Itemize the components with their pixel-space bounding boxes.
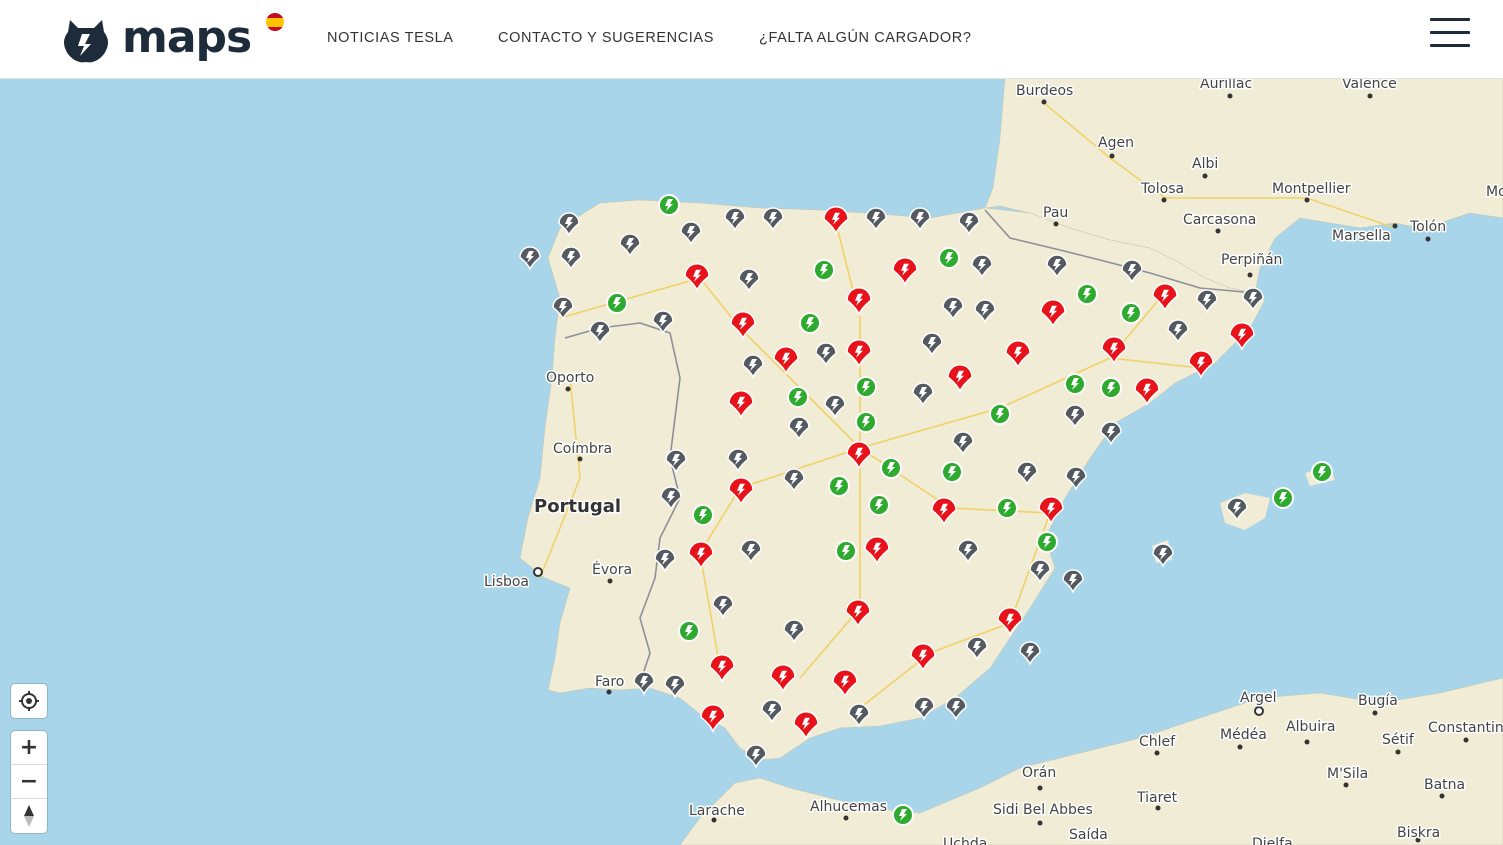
city-chlef: Chlef: [1139, 734, 1176, 750]
top-header: maps NOTICIAS TESLA CONTACTO Y SUGERENCI…: [0, 0, 1503, 79]
locate-control: [11, 684, 47, 718]
city-perpinan: Perpiñán: [1221, 252, 1282, 268]
charger-marker-green[interactable]: [828, 475, 850, 497]
city-burdeos: Burdeos: [1016, 83, 1073, 99]
charger-marker-green[interactable]: [835, 540, 857, 562]
zoom-in-button[interactable]: +: [11, 731, 47, 765]
city-coimbra: Coímbra: [553, 441, 612, 457]
city-uchda: Uchda: [943, 836, 987, 845]
nav-contacto-sugerencias[interactable]: CONTACTO Y SUGERENCIAS: [498, 30, 714, 46]
city-montpellier: Montpellier: [1272, 181, 1351, 197]
city-albi: Albi: [1192, 156, 1218, 172]
city-tolosa: Tolosa: [1140, 181, 1184, 197]
city-carcasona: Carcasona: [1183, 212, 1256, 228]
city-sidi-bel-abbes: Sidi Bel Abbes: [993, 802, 1093, 818]
maps-logo[interactable]: maps: [58, 10, 288, 68]
locate-button[interactable]: [11, 684, 47, 718]
charger-marker-green[interactable]: [941, 461, 963, 483]
charger-marker-green[interactable]: [1064, 373, 1086, 395]
city-lisboa: Lisboa: [484, 574, 529, 590]
city-marsella: Marsella: [1332, 228, 1391, 244]
charger-marker-green[interactable]: [1036, 531, 1058, 553]
charger-marker-green[interactable]: [1272, 487, 1294, 509]
charger-marker-green[interactable]: [938, 247, 960, 269]
charger-marker-green[interactable]: [989, 403, 1011, 425]
plus-icon: +: [19, 734, 39, 760]
charger-marker-green[interactable]: [868, 494, 890, 516]
city-constantina: Constantina: [1428, 720, 1503, 736]
city-evora: Évora: [592, 561, 632, 578]
hamburger-menu-icon[interactable]: [1430, 18, 1470, 48]
city-tiaret: Tiaret: [1136, 790, 1178, 806]
city-oporto: Oporto: [546, 370, 594, 386]
city-larache: Larache: [689, 803, 745, 819]
city-mo: Mo: [1486, 184, 1503, 200]
city-djelfa: Djelfa: [1252, 836, 1293, 845]
charger-marker-green[interactable]: [813, 259, 835, 281]
charger-marker-green[interactable]: [996, 497, 1018, 519]
zoom-out-button[interactable]: −: [11, 765, 47, 799]
city-aurillac: Aurillac: [1200, 78, 1252, 92]
city-valence: Valence: [1342, 78, 1397, 92]
city-tolon: Tolón: [1409, 219, 1446, 235]
charger-marker-green[interactable]: [692, 504, 714, 526]
spain-flag-icon: [266, 13, 284, 31]
city-biskra: Biskra: [1397, 825, 1440, 841]
city-albuira: Albuira: [1286, 719, 1335, 735]
charger-marker-green[interactable]: [658, 194, 680, 216]
charger-marker-green[interactable]: [892, 804, 914, 826]
city-msila: M'Sila: [1327, 766, 1368, 782]
charger-marker-green[interactable]: [606, 292, 628, 314]
charger-marker-green[interactable]: [855, 411, 877, 433]
charger-marker-green[interactable]: [1120, 302, 1142, 324]
city-argel: Argel: [1240, 690, 1276, 706]
country-portugal: Portugal: [534, 496, 621, 517]
city-faro: Faro: [595, 674, 624, 690]
compass-button[interactable]: [11, 799, 47, 833]
charger-marker-green[interactable]: [1076, 283, 1098, 305]
charger-marker-green[interactable]: [678, 620, 700, 642]
charger-marker-green[interactable]: [1100, 377, 1122, 399]
city-medea: Médéa: [1220, 727, 1267, 743]
city-oran: Orán: [1022, 765, 1056, 781]
charger-marker-green[interactable]: [799, 312, 821, 334]
charger-marker-green[interactable]: [787, 386, 809, 408]
city-batna: Batna: [1424, 777, 1465, 793]
charger-marker-green[interactable]: [1311, 461, 1333, 483]
charger-marker-green[interactable]: [880, 457, 902, 479]
map-view[interactable]: Burdeos Aurillac Valence Agen Albi Tolos…: [0, 78, 1503, 845]
minus-icon: −: [19, 768, 39, 794]
map-canvas: Burdeos Aurillac Valence Agen Albi Tolos…: [0, 78, 1503, 845]
city-setif: Sétif: [1382, 732, 1415, 748]
charger-marker-green[interactable]: [855, 376, 877, 398]
locate-icon: [19, 691, 39, 711]
logo-icon: [64, 20, 108, 63]
nav-falta-cargador[interactable]: ¿FALTA ALGÚN CARGADOR?: [759, 30, 972, 46]
city-pau: Pau: [1043, 205, 1068, 221]
city-alhucemas: Alhucemas: [810, 799, 887, 815]
city-agen: Agen: [1098, 135, 1134, 151]
city-saida: Saída: [1069, 827, 1108, 843]
nav-noticias-tesla[interactable]: NOTICIAS TESLA: [327, 30, 454, 46]
zoom-control: + −: [11, 731, 47, 833]
logo-text: maps: [122, 12, 252, 63]
city-bugia: Bugía: [1358, 693, 1398, 709]
compass-icon: [24, 805, 34, 827]
